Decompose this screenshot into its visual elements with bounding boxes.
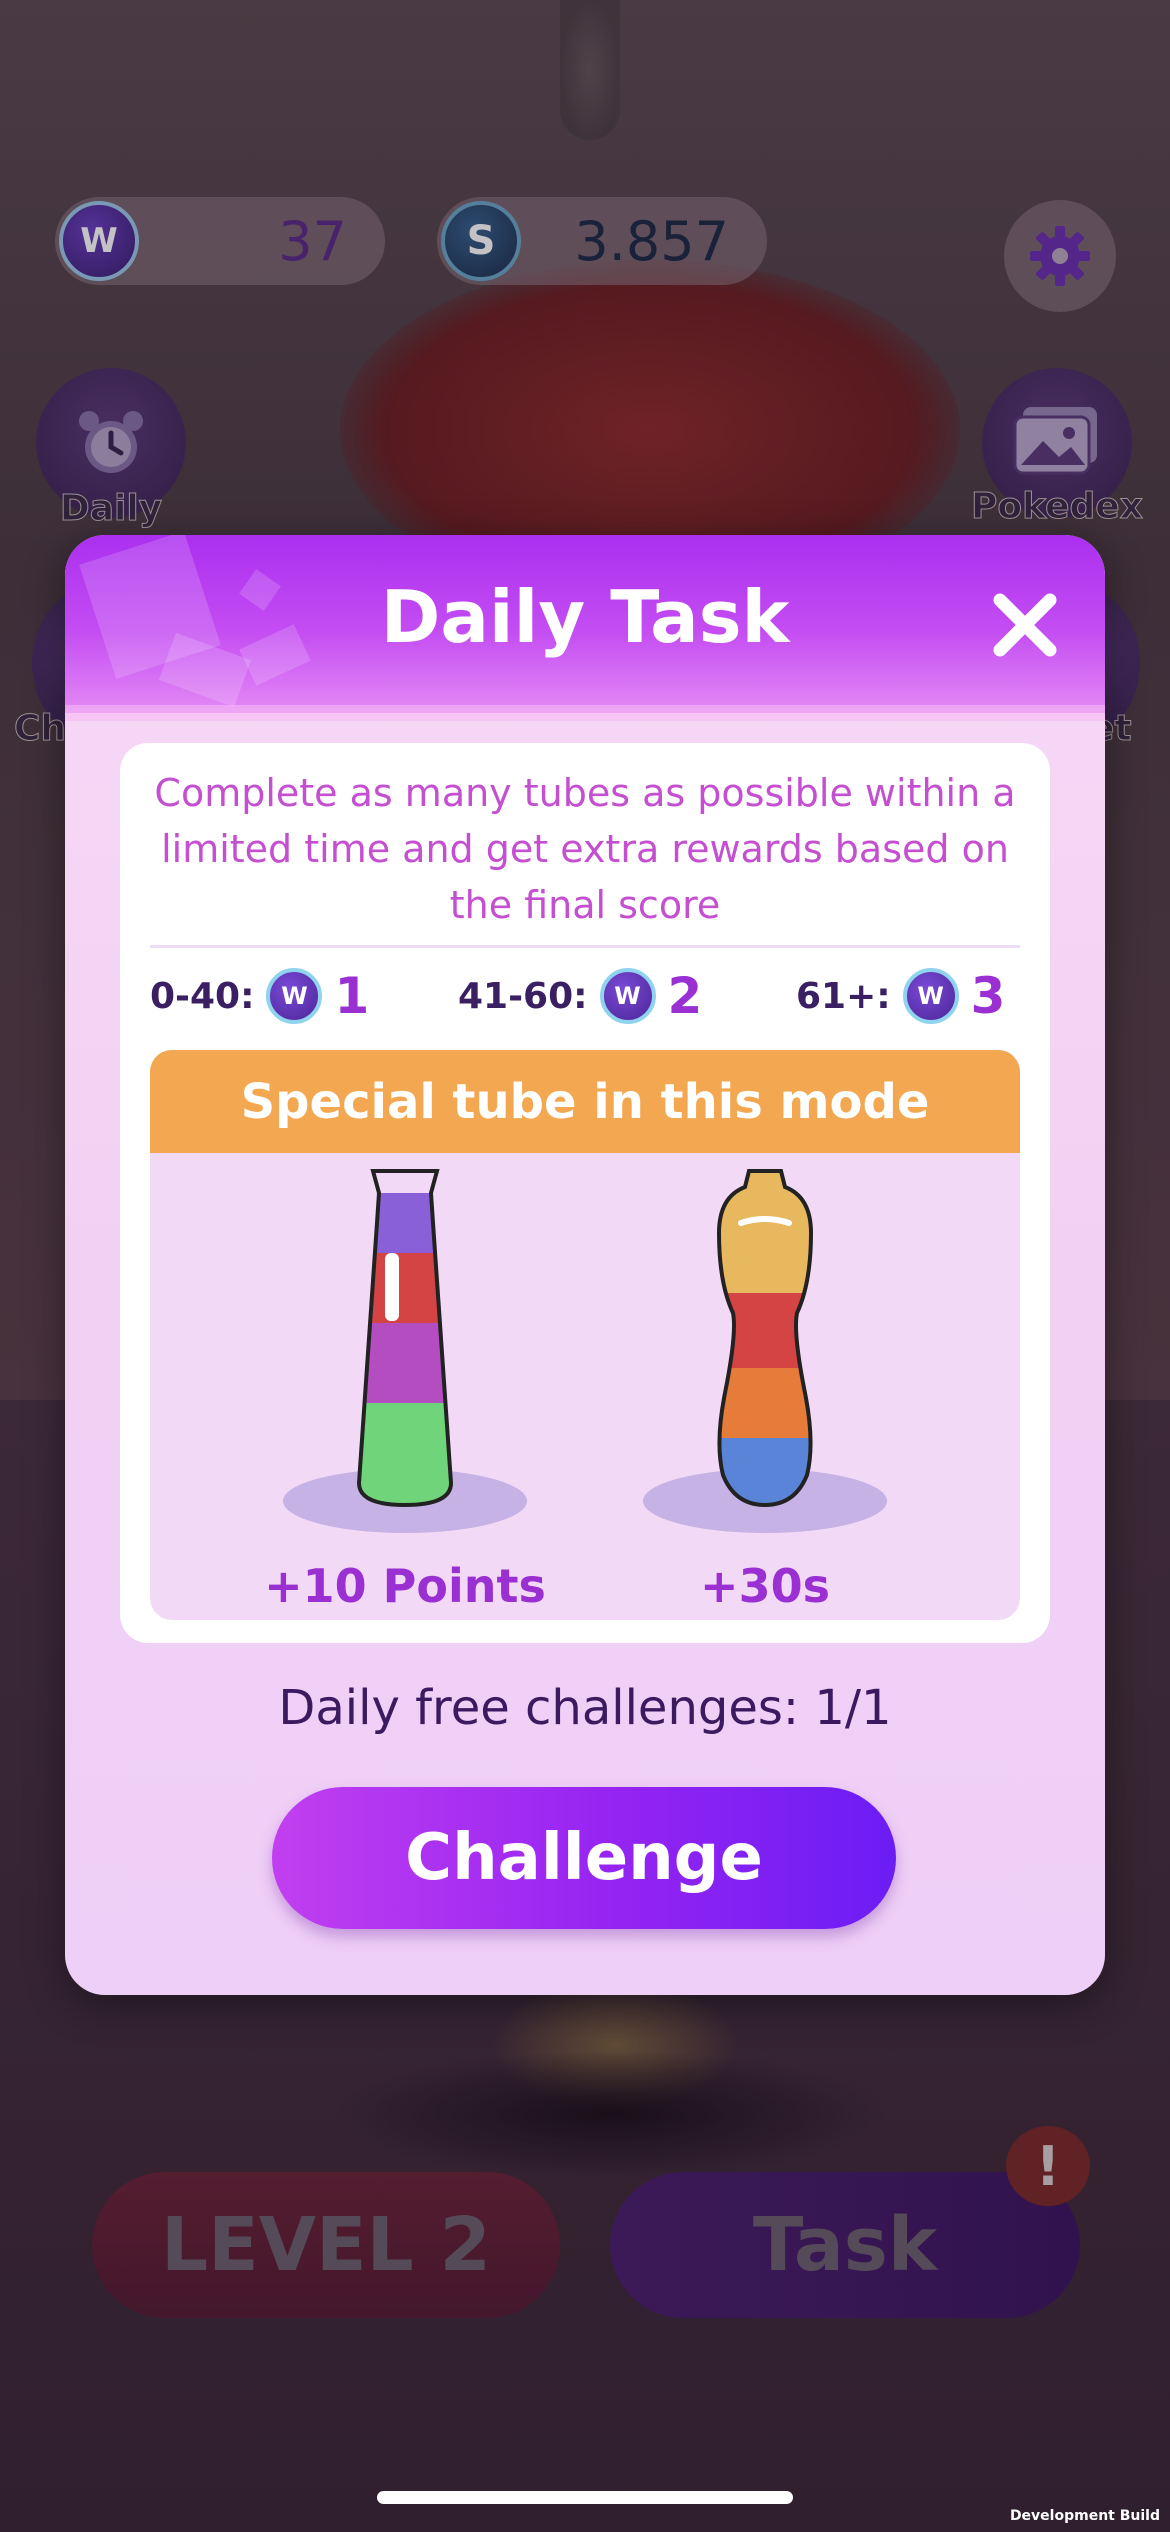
challenge-button-label: Challenge bbox=[405, 1821, 763, 1895]
hourglass-tube-icon bbox=[643, 1169, 887, 1533]
time-tube-caption: +30s bbox=[700, 1559, 830, 1613]
reward-range: 0-40: bbox=[150, 975, 255, 1017]
close-button[interactable] bbox=[980, 580, 1070, 670]
dev-build-label: Development Build bbox=[1009, 2508, 1160, 2524]
reward-tier: 41-60: W 2 bbox=[458, 961, 702, 1031]
special-tube-panel: Special tube in this mode +10 Points +30… bbox=[150, 1050, 1020, 1620]
header-stripe bbox=[65, 705, 1105, 721]
gem-icon: W bbox=[599, 968, 656, 1024]
gem-icon-glyph: W bbox=[281, 982, 308, 1010]
task-description: Complete as many tubes as possible withi… bbox=[154, 771, 1016, 927]
dialog-title: Daily Task bbox=[380, 575, 790, 659]
reward-amount: 1 bbox=[334, 967, 370, 1025]
gem-icon: W bbox=[266, 968, 323, 1024]
reward-tier: 0-40: W 1 bbox=[150, 961, 369, 1031]
free-challenges-count: Daily free challenges: 1/1 bbox=[278, 1680, 892, 1736]
special-tube-title: Special tube in this mode bbox=[240, 1073, 930, 1130]
gem-icon-glyph: W bbox=[614, 982, 641, 1010]
challenge-button[interactable]: Challenge bbox=[272, 1787, 896, 1929]
special-tube-header: Special tube in this mode bbox=[150, 1050, 1020, 1153]
reward-range: 41-60: bbox=[458, 975, 588, 1017]
gem-icon: W bbox=[902, 968, 959, 1024]
reward-range: 61+: bbox=[796, 975, 891, 1017]
divider bbox=[150, 945, 1020, 948]
time-tube: +30s bbox=[615, 1153, 915, 1620]
layered-tube-icon bbox=[283, 1169, 527, 1533]
points-tube: +10 Points bbox=[255, 1153, 555, 1620]
task-info-card: Complete as many tubes as possible withi… bbox=[120, 743, 1050, 1643]
daily-task-dialog: Daily Task Complete as many tubes as pos… bbox=[65, 535, 1105, 1995]
close-icon bbox=[993, 593, 1057, 657]
reward-tier: 61+: W 3 bbox=[796, 961, 1005, 1031]
reward-amount: 2 bbox=[667, 967, 703, 1025]
reward-amount: 3 bbox=[970, 967, 1006, 1025]
home-indicator[interactable] bbox=[377, 2491, 793, 2504]
gem-icon-glyph: W bbox=[917, 982, 944, 1010]
points-tube-caption: +10 Points bbox=[264, 1559, 546, 1613]
